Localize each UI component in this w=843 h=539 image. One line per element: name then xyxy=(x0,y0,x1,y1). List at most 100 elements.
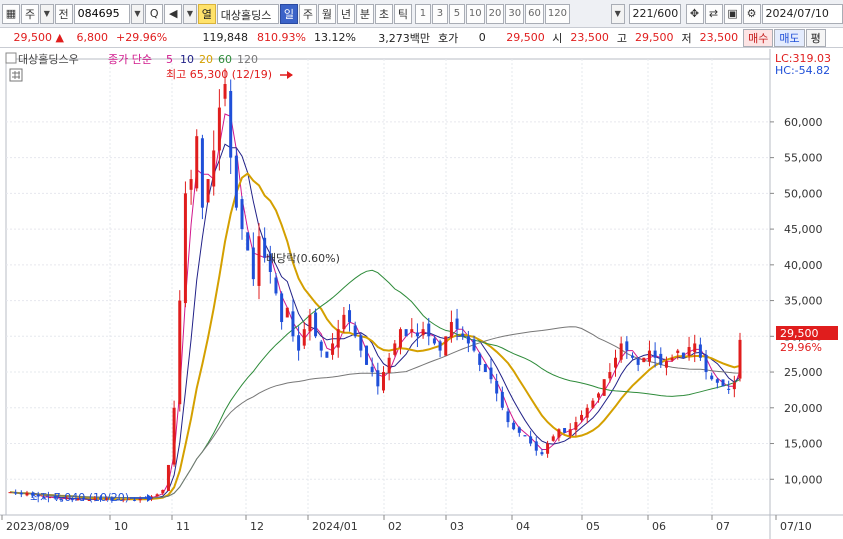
crosshair-icon[interactable]: ✥ xyxy=(685,3,704,24)
price-tag-value: 29,500 xyxy=(780,327,819,340)
interval-tab-3[interactable]: 3 xyxy=(431,3,448,24)
candle-body xyxy=(25,492,29,496)
candle-body xyxy=(500,391,504,408)
candle-body xyxy=(653,350,657,358)
interval-dropdown-icon[interactable]: ▼ xyxy=(610,3,625,24)
candle-body xyxy=(166,464,170,491)
stock-code-input[interactable] xyxy=(73,3,130,24)
candle-body xyxy=(523,435,527,437)
period-tab-0[interactable]: 일 xyxy=(279,3,298,24)
interval-tab-120[interactable]: 120 xyxy=(544,3,570,24)
up-arrow-icon: ▲ xyxy=(55,31,64,44)
candle-body xyxy=(506,411,510,423)
candle-body xyxy=(234,155,238,208)
chart-svg[interactable]: 60,00055,00050,00045,00040,00035,00030,0… xyxy=(0,49,843,539)
y-tick-label: 45,000 xyxy=(784,223,823,236)
candle-body xyxy=(727,388,731,390)
y-tick-label: 20,000 xyxy=(784,402,823,415)
period-tab-3[interactable]: 년 xyxy=(336,3,355,24)
candle-body xyxy=(517,427,521,433)
eval-button[interactable]: 평 xyxy=(805,28,826,47)
candle-body xyxy=(376,370,380,387)
candle-body xyxy=(614,357,618,368)
candle-body xyxy=(574,422,578,430)
speaker-dropdown-icon[interactable]: ▼ xyxy=(183,3,197,24)
stock-name: 대상홀딩스 xyxy=(216,3,279,24)
candle-body xyxy=(161,489,165,494)
price-chart[interactable]: 60,00055,00050,00045,00040,00035,00030,0… xyxy=(0,49,843,539)
y-tick-label: 50,000 xyxy=(784,187,823,200)
candle-body xyxy=(415,332,419,337)
candle-body xyxy=(274,277,278,294)
gear-icon[interactable]: ⚙ xyxy=(742,3,761,24)
candle-body xyxy=(365,345,369,365)
period-tab-6[interactable]: 틱 xyxy=(393,3,412,24)
candle-body xyxy=(280,293,284,323)
candle-body xyxy=(348,310,352,323)
candle-body xyxy=(449,322,453,338)
code-dropdown-icon[interactable]: ▼ xyxy=(130,3,145,24)
interval-tab-5[interactable]: 5 xyxy=(448,3,465,24)
data-count-field[interactable]: 221/600 xyxy=(628,3,681,24)
candle-body xyxy=(132,499,136,501)
candle-body xyxy=(370,366,374,373)
grid-toggle-icon[interactable] xyxy=(9,68,23,82)
candle-body xyxy=(670,357,674,361)
candle-body xyxy=(240,199,244,230)
candle-body xyxy=(189,179,193,190)
price-tag-pct: 29.96% xyxy=(780,341,822,354)
interval-tab-30[interactable]: 30 xyxy=(505,3,525,24)
interval-tab-10[interactable]: 10 xyxy=(465,3,485,24)
high-label: 고 xyxy=(616,31,627,45)
candle-body xyxy=(342,314,346,330)
candle-body xyxy=(642,357,646,363)
indicator-icon[interactable]: ⇄ xyxy=(704,3,723,24)
x-tick-label: 2024/01 xyxy=(312,520,358,533)
date-field[interactable]: 2024/07/10 xyxy=(761,3,843,24)
y-tick-label: 15,000 xyxy=(784,438,823,451)
candle-body xyxy=(421,329,425,336)
interval-tab-60[interactable]: 60 xyxy=(525,3,544,24)
candle-body xyxy=(693,343,697,353)
candle-body xyxy=(336,329,340,348)
buy-button[interactable]: 매수 xyxy=(743,28,774,47)
candle-body xyxy=(676,350,680,353)
period-tab-4[interactable]: 분 xyxy=(355,3,374,24)
candle-body xyxy=(732,382,736,390)
candle-body xyxy=(19,492,23,495)
candle-body xyxy=(563,428,567,433)
chart-frame-icon[interactable]: ▦ xyxy=(2,3,20,24)
sell-button[interactable]: 매도 xyxy=(774,28,805,47)
candle-body xyxy=(212,150,216,187)
x-tick-label: 11 xyxy=(176,520,190,533)
hoga-price: 29,500 xyxy=(506,31,545,44)
period-tab-5[interactable]: 초 xyxy=(374,3,393,24)
y-tick-label: 55,000 xyxy=(784,152,823,165)
interval-tab-20[interactable]: 20 xyxy=(485,3,505,24)
jeon-button[interactable]: 전 xyxy=(54,3,73,24)
period-tab-1[interactable]: 주 xyxy=(298,3,317,24)
mode-select[interactable]: 주 xyxy=(21,3,39,24)
yeol-button[interactable]: 열 xyxy=(197,3,216,24)
candle-body xyxy=(512,422,516,430)
candle-body xyxy=(257,236,261,286)
volume-pct: 810.93% xyxy=(257,31,306,44)
toolbar-top: ▦ 주 ▼ 전 ▼ Q ◀ ▼ 열 대상홀딩스 일주월년분초틱 13510203… xyxy=(0,0,843,28)
x-tick-label: 10 xyxy=(114,520,128,533)
candle-body xyxy=(534,441,538,451)
x-tick-label: 07/10 xyxy=(780,520,812,533)
hoga-label: 호가 xyxy=(438,31,459,45)
save-icon[interactable]: ▣ xyxy=(723,3,742,24)
candle-body xyxy=(200,138,204,208)
candle-body xyxy=(698,344,702,358)
y-tick-label: 40,000 xyxy=(784,259,823,272)
x-tick-label: 02 xyxy=(388,520,402,533)
volume: 119,848 xyxy=(202,31,249,44)
search-icon[interactable]: Q xyxy=(145,3,164,24)
interval-tab-1[interactable]: 1 xyxy=(414,3,431,24)
period-tab-2[interactable]: 월 xyxy=(317,3,336,24)
legend-ma5: 5 xyxy=(166,53,173,66)
chevron-down-icon[interactable]: ▼ xyxy=(40,3,54,24)
speaker-icon[interactable]: ◀ xyxy=(164,3,183,24)
legend-box-icon[interactable] xyxy=(5,52,17,64)
